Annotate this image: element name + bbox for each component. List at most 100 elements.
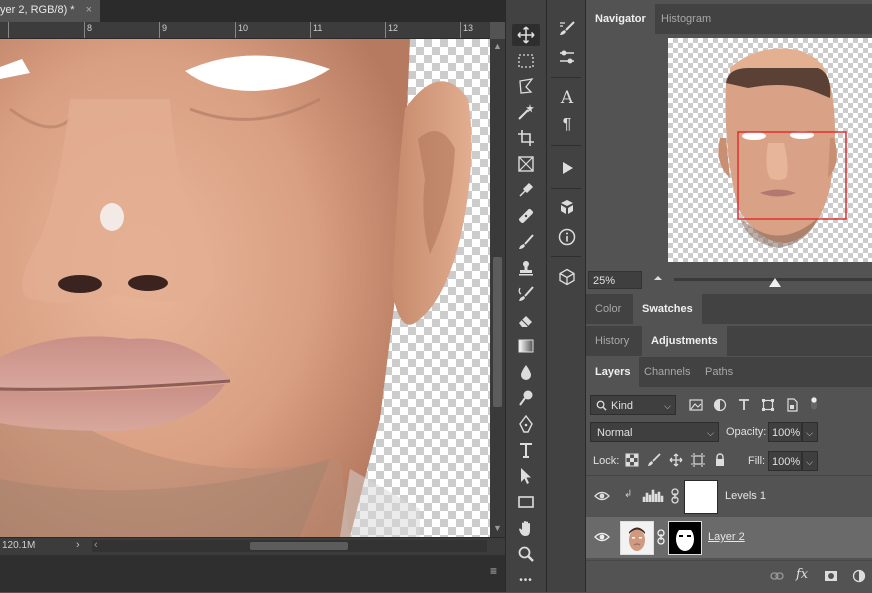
3d-panel-icon[interactable] (556, 196, 578, 218)
rectangle-tool-icon[interactable] (512, 491, 540, 513)
document-tab[interactable]: yer 2, RGB/8) * × (0, 0, 100, 22)
document-canvas[interactable] (0, 39, 490, 537)
tab-navigator[interactable]: Navigator (586, 4, 655, 34)
ruler-tick (460, 22, 461, 38)
lock-all-icon[interactable] (711, 451, 729, 469)
eyedropper-tool-icon[interactable] (512, 179, 540, 201)
lock-artboard-icon[interactable] (689, 451, 707, 469)
marquee-tool-icon[interactable] (512, 50, 540, 72)
hand-tool-icon[interactable] (512, 517, 540, 539)
lasso-tool-icon[interactable] (512, 75, 540, 97)
brush-settings-icon[interactable] (556, 18, 578, 40)
add-mask-icon[interactable] (822, 567, 840, 585)
brushes-panel-icon[interactable] (556, 46, 578, 68)
quick-select-tool-icon[interactable] (512, 101, 540, 123)
lock-image-pixels-icon[interactable] (645, 451, 663, 469)
actions-play-icon[interactable] (556, 157, 578, 179)
navigator-zoom-field[interactable]: 25% (588, 271, 642, 289)
move-tool-icon[interactable] (512, 24, 540, 46)
gradient-tool-icon[interactable] (512, 335, 540, 357)
scroll-up-icon[interactable]: ▲ (493, 41, 502, 51)
horizontal-ruler[interactable]: 8 9 10 11 12 13 (0, 22, 490, 39)
layer-row-layer-2[interactable]: Layer 2 (586, 517, 872, 558)
close-tab-icon[interactable]: × (86, 0, 92, 20)
vertical-scroll-thumb[interactable] (493, 257, 502, 407)
blend-mode-select[interactable]: Normal ⌵ (590, 422, 719, 442)
lock-transparency-icon[interactable] (623, 451, 641, 469)
filter-pixel-icon[interactable] (687, 396, 705, 414)
link-chain-icon[interactable] (656, 529, 666, 548)
paragraph-panel-icon[interactable]: ¶ (556, 114, 578, 136)
dock-divider (551, 77, 581, 78)
link-chain-icon[interactable] (670, 488, 680, 507)
lock-label: Lock: (593, 455, 620, 467)
fill-dropdown[interactable]: ⌵ (802, 451, 818, 471)
history-brush-tool-icon[interactable] (512, 283, 540, 305)
frame-tool-icon[interactable] (512, 153, 540, 175)
blend-mode-value: Normal (597, 427, 633, 439)
visibility-eye-icon[interactable] (594, 530, 610, 544)
eraser-tool-icon[interactable] (512, 309, 540, 331)
more-tools-icon[interactable]: ••• (512, 569, 540, 591)
filter-toggle-icon[interactable] (805, 394, 823, 412)
3d-cube-icon[interactable] (556, 266, 578, 288)
character-panel-icon[interactable]: A (556, 87, 578, 109)
pen-tool-icon[interactable] (512, 413, 540, 435)
opacity-dropdown[interactable]: ⌵ (802, 422, 818, 442)
healing-brush-tool-icon[interactable] (512, 205, 540, 227)
adjustments-tab-strip: History Adjustments (586, 326, 872, 356)
layer-filter-select[interactable]: Kind ⌵ (590, 395, 676, 415)
visibility-eye-icon[interactable] (594, 489, 610, 503)
tab-paths[interactable]: Paths (696, 357, 742, 387)
tab-layers[interactable]: Layers (586, 357, 640, 387)
blur-tool-icon[interactable] (512, 361, 540, 383)
link-layers-icon[interactable] (768, 567, 786, 585)
layer-row-levels-1[interactable]: ↲ Levels 1 (586, 476, 872, 517)
tab-color[interactable]: Color (586, 294, 630, 324)
filter-adjustment-icon[interactable] (711, 396, 729, 414)
layer-mask-thumbnail[interactable] (684, 480, 718, 514)
zoom-slider-thumb[interactable] (769, 278, 781, 291)
tab-histogram[interactable]: Histogram (652, 4, 720, 34)
horizontal-scrollbar[interactable]: ‹ (92, 539, 487, 552)
dock-divider (551, 145, 581, 146)
dock-divider (551, 256, 581, 257)
navigator-preview[interactable] (668, 38, 872, 262)
ruler-tick (385, 22, 386, 38)
layer-name[interactable]: Layer 2 (708, 531, 745, 543)
zoom-tool-icon[interactable] (512, 543, 540, 565)
tab-channels[interactable]: Channels (635, 357, 699, 387)
brush-tool-icon[interactable] (512, 231, 540, 253)
scroll-left-icon[interactable]: ‹ (94, 539, 98, 551)
ruler-label: 8 (87, 23, 93, 33)
horizontal-scroll-thumb[interactable] (250, 542, 348, 550)
fill-field[interactable]: 100% (768, 451, 802, 471)
tab-swatches[interactable]: Swatches (633, 294, 702, 324)
ruler-label: 11 (313, 23, 323, 33)
tab-adjustments[interactable]: Adjustments (642, 326, 727, 356)
ruler-label: 9 (162, 23, 168, 33)
tab-history[interactable]: History (586, 326, 638, 356)
opacity-field[interactable]: 100% (768, 422, 802, 442)
filter-smart-object-icon[interactable] (783, 396, 801, 414)
lock-position-icon[interactable] (667, 451, 685, 469)
filter-shape-icon[interactable] (759, 396, 777, 414)
zoom-out-icon[interactable] (652, 272, 664, 287)
layer-style-fx-icon[interactable]: fx (796, 567, 808, 582)
scroll-down-icon[interactable]: ▼ (493, 523, 502, 533)
panel-menu-icon[interactable]: ≡ (490, 564, 497, 578)
new-adjustment-layer-icon[interactable] (850, 567, 868, 585)
vertical-scrollbar[interactable]: ▲ ▼ (490, 39, 505, 537)
layer-mask-thumbnail[interactable] (668, 521, 702, 555)
layer-thumbnail[interactable] (620, 521, 654, 555)
filter-type-icon[interactable] (735, 396, 753, 414)
clone-stamp-tool-icon[interactable] (512, 257, 540, 279)
layer-name[interactable]: Levels 1 (725, 490, 766, 502)
dodge-tool-icon[interactable] (512, 387, 540, 409)
levels-adjustment-icon (642, 487, 664, 506)
path-selection-tool-icon[interactable] (512, 465, 540, 487)
info-panel-icon[interactable] (556, 226, 578, 248)
type-tool-icon[interactable] (512, 439, 540, 461)
status-menu-chevron-icon[interactable]: › (76, 539, 80, 551)
crop-tool-icon[interactable] (512, 127, 540, 149)
